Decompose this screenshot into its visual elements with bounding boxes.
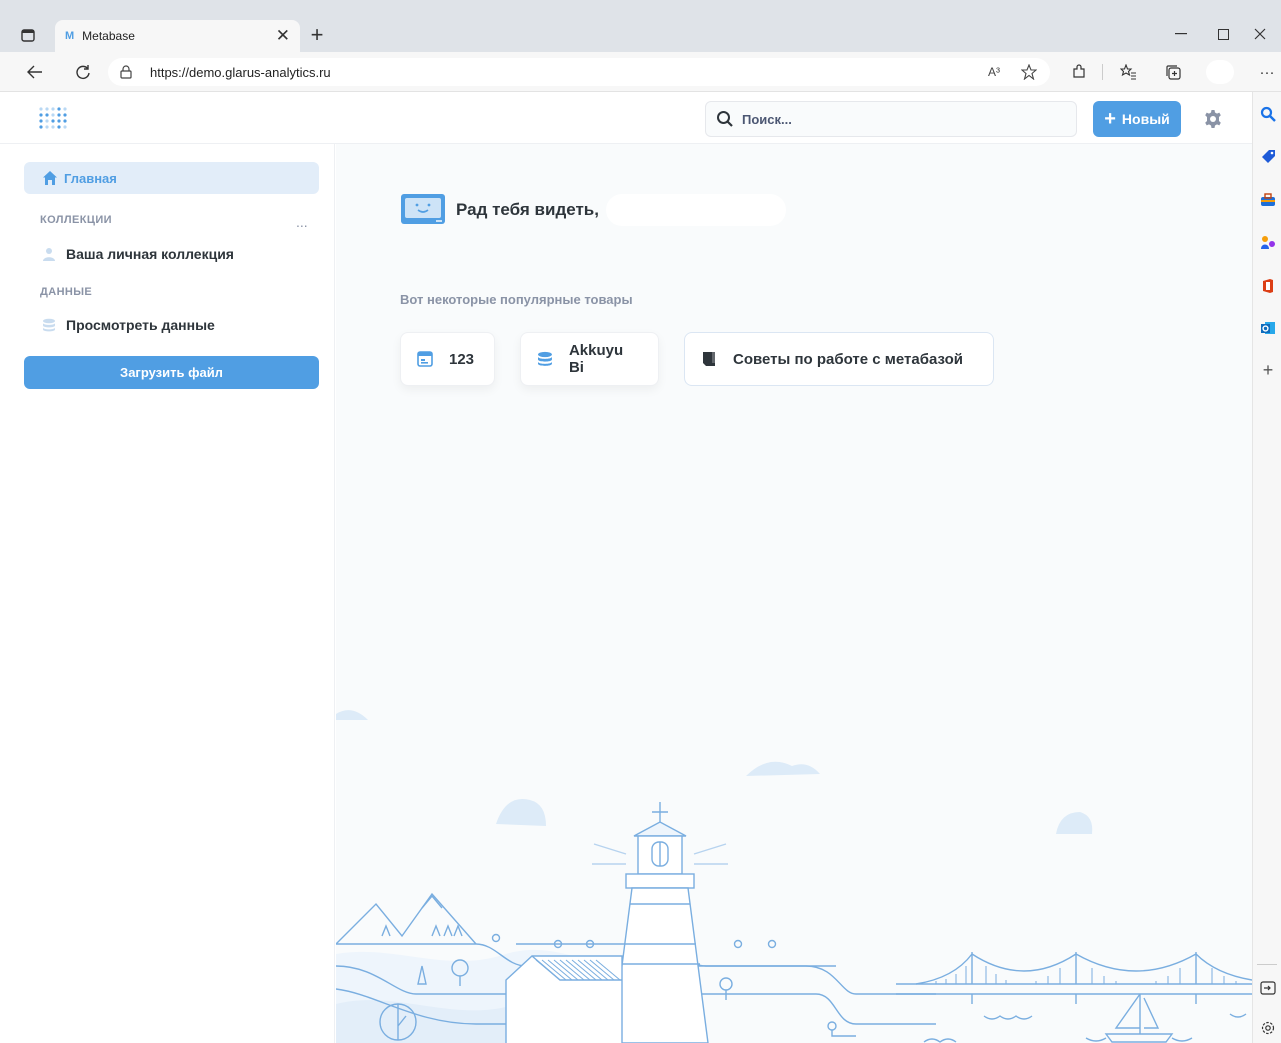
- collections-more-button[interactable]: ...: [296, 214, 308, 230]
- home-icon: [43, 171, 57, 185]
- person-icon: [43, 248, 55, 261]
- smiley-monitor-icon: [401, 194, 445, 224]
- sidebar-item-label: Главная: [64, 170, 117, 186]
- back-arrow-icon[interactable]: [22, 60, 48, 84]
- browser-tab[interactable]: M Metabase ✕: [55, 20, 300, 52]
- card-label: Советы по работе с метабазой: [733, 350, 963, 368]
- popular-item-card[interactable]: Советы по работе с метабазой: [684, 332, 994, 386]
- favorites-icon[interactable]: [1117, 62, 1139, 82]
- window-close-icon[interactable]: [1240, 22, 1280, 46]
- popular-heading: Вот некоторые популярные товары: [400, 292, 633, 307]
- sidebar-item-label: Ваша личная коллекция: [66, 246, 234, 262]
- settings-icon[interactable]: [1260, 1020, 1276, 1036]
- data-heading: ДАННЫЕ: [40, 286, 93, 298]
- card-label: 123: [449, 350, 475, 368]
- collections-icon[interactable]: [1162, 62, 1184, 82]
- tab-actions-icon[interactable]: [18, 26, 38, 44]
- profile-avatar[interactable]: [1206, 60, 1234, 84]
- read-aloud-icon[interactable]: A³: [983, 62, 1005, 82]
- hide-sidebar-icon[interactable]: [1260, 980, 1276, 996]
- sidebar-item-label: Просмотреть данные: [66, 317, 215, 333]
- search-icon: [717, 111, 733, 127]
- toolbar-divider: [1102, 64, 1103, 80]
- minimize-icon[interactable]: [1158, 22, 1204, 46]
- plus-icon: +: [1104, 108, 1116, 130]
- sidebar-item-browse-data[interactable]: Просмотреть данные: [42, 317, 215, 333]
- metabase-logo-icon[interactable]: [38, 106, 68, 130]
- book-icon: [703, 352, 715, 366]
- sidebar-item-personal-collection[interactable]: Ваша личная коллекция: [42, 246, 234, 262]
- new-button-label: Новый: [1121, 111, 1170, 127]
- shopping-tag-icon[interactable]: [1260, 148, 1276, 164]
- metabase-app: Поиск... + Новый Главная КОЛЛЕКЦИИ ... В…: [0, 92, 1252, 1043]
- database-icon: [43, 318, 55, 332]
- database-icon: [537, 351, 552, 366]
- sidebar-item-home[interactable]: Главная: [24, 162, 319, 194]
- collections-heading: КОЛЛЕКЦИИ: [40, 214, 112, 226]
- gear-icon[interactable]: [1203, 109, 1223, 129]
- upload-file-button[interactable]: Загрузить файл: [24, 356, 319, 389]
- tab-title: Metabase: [82, 29, 135, 43]
- office-icon[interactable]: [1260, 278, 1276, 294]
- extensions-icon[interactable]: [1068, 62, 1090, 82]
- search-input[interactable]: Поиск...: [705, 101, 1077, 137]
- games-icon[interactable]: [1260, 234, 1276, 250]
- refresh-icon[interactable]: [70, 60, 96, 84]
- more-menu-icon[interactable]: ···: [1256, 62, 1278, 82]
- browser-tab-bar: M Metabase ✕ +: [0, 0, 1281, 52]
- new-tab-button[interactable]: +: [305, 22, 329, 48]
- popular-item-card[interactable]: 123: [400, 332, 495, 386]
- search-icon[interactable]: [1260, 106, 1276, 122]
- edge-sidebar: +: [1252, 92, 1281, 1043]
- tab-close-icon[interactable]: ✕: [276, 26, 290, 46]
- greeting: Рад тебя видеть,: [400, 193, 599, 227]
- url-bar[interactable]: https://demo.glarus-analytics.ru A³: [108, 58, 1050, 86]
- favorite-star-icon[interactable]: [1018, 62, 1040, 82]
- search-placeholder: Поиск...: [742, 111, 792, 127]
- lock-icon[interactable]: [120, 64, 136, 80]
- sidebar-divider: [1257, 964, 1277, 965]
- sidebar: Главная КОЛЛЕКЦИИ ... Ваша личная коллек…: [0, 144, 335, 1043]
- greeting-text: Рад тебя видеть,: [456, 200, 599, 219]
- browser-address-bar: https://demo.glarus-analytics.ru A³ ···: [0, 52, 1281, 92]
- new-button[interactable]: + Новый: [1093, 101, 1181, 137]
- main-content: Рад тебя видеть, Вот некоторые популярны…: [336, 144, 1252, 1043]
- add-icon[interactable]: +: [1260, 361, 1276, 379]
- dashboard-icon: [417, 351, 433, 367]
- popular-item-card[interactable]: Akkuyu Bi: [520, 332, 659, 386]
- lighthouse-illustration: [336, 710, 1252, 1043]
- tools-icon[interactable]: [1260, 192, 1276, 208]
- outlook-icon[interactable]: [1260, 320, 1276, 336]
- url-text: https://demo.glarus-analytics.ru: [150, 64, 331, 80]
- card-label: Akkuyu Bi: [568, 342, 624, 376]
- app-navbar: Поиск... + Новый: [0, 92, 1252, 144]
- metabase-favicon-icon: M: [65, 30, 75, 42]
- redacted-username: [606, 194, 786, 226]
